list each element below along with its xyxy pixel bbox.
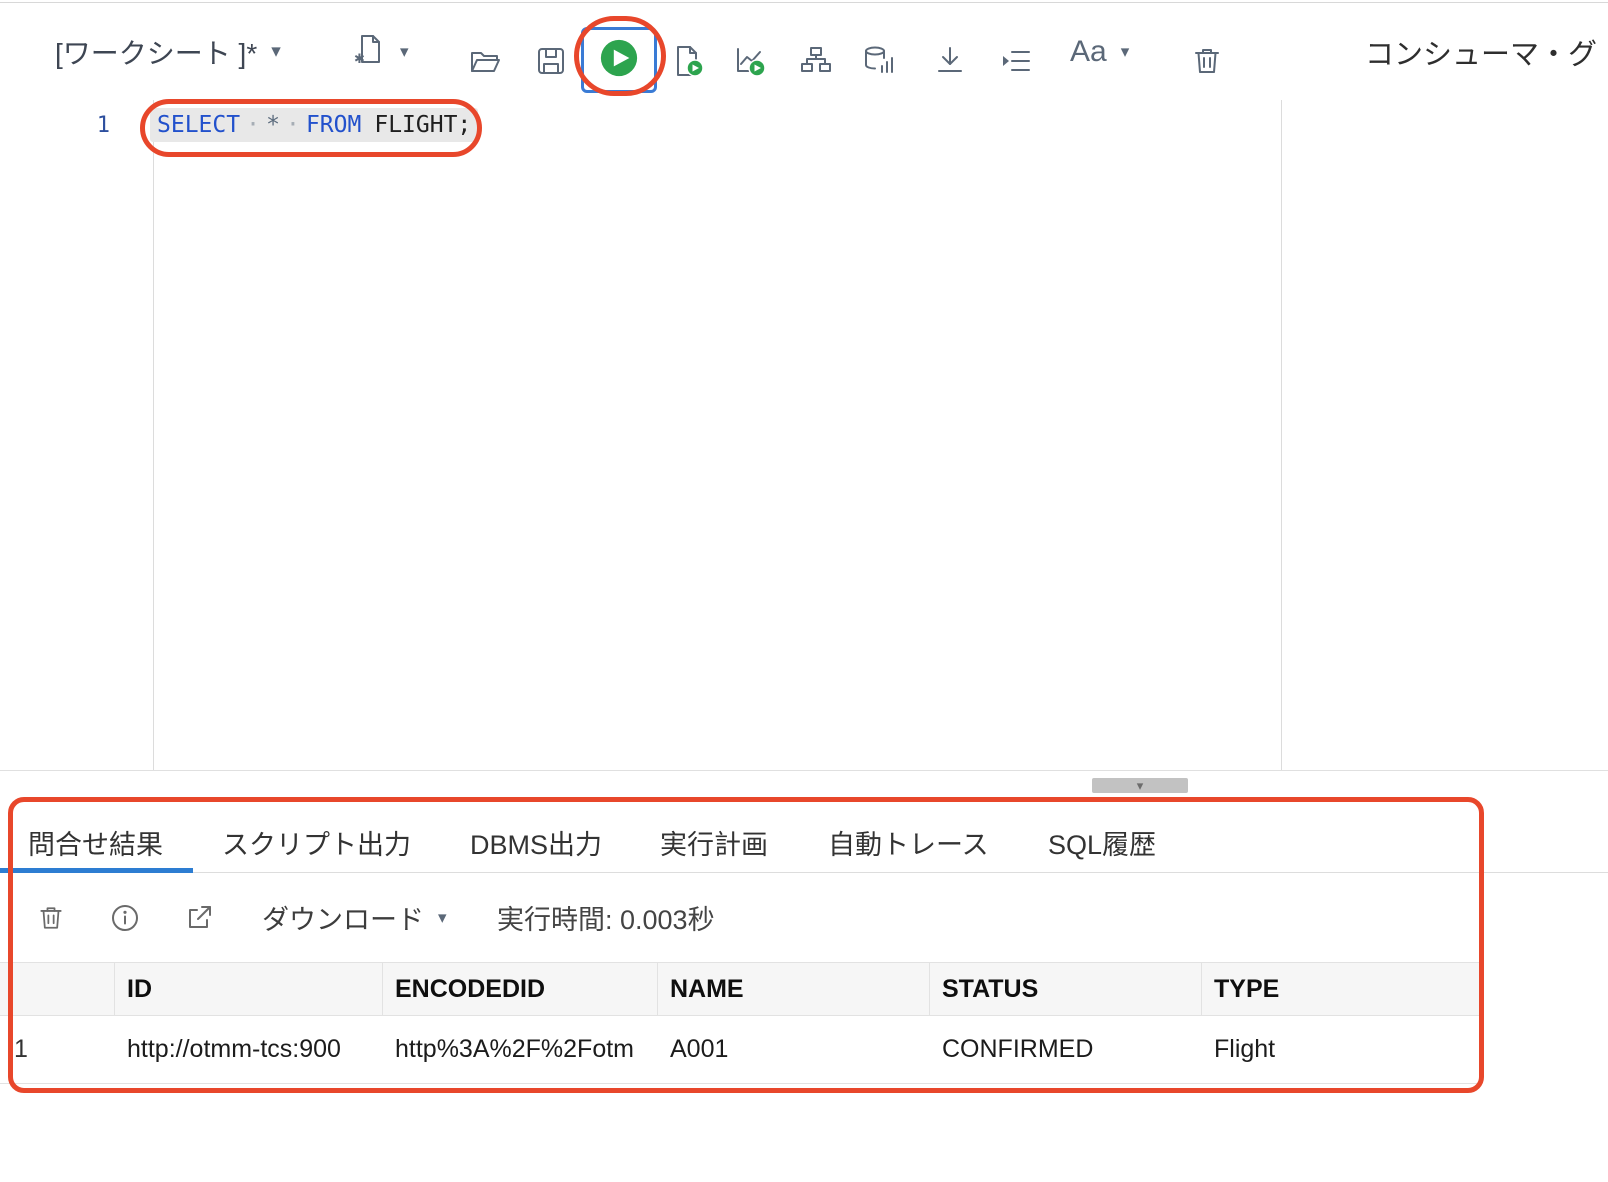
info-button[interactable] — [110, 903, 140, 933]
open-file-button[interactable] — [468, 44, 502, 78]
run-play-icon — [597, 36, 641, 85]
download-label: ダウンロード — [262, 898, 424, 937]
gutter-divider — [153, 100, 154, 770]
cell-rownum: 1 — [0, 1016, 115, 1083]
sql-keyword: FROM — [306, 112, 361, 138]
indent-lines-icon — [999, 44, 1033, 78]
header-status[interactable]: STATUS — [930, 963, 1202, 1015]
tab-script-output[interactable]: スクリプト出力 — [222, 812, 411, 872]
cell-encodedid[interactable]: http%3A%2F%2Fotm — [383, 1016, 658, 1083]
results-tabs-bar: 問合せ結果 スクリプト出力 DBMS出力 実行計画 自動トレース SQL履歴 — [0, 812, 1608, 873]
sql-statement: SELECT * FROM FLIGHT; — [150, 108, 478, 142]
download-icon — [933, 44, 967, 78]
panel-split-line — [0, 770, 1608, 771]
run-script-icon — [671, 44, 705, 78]
text-size-icon: Aa — [1070, 35, 1107, 69]
line-number: 1 — [0, 113, 110, 138]
worksheet-selector[interactable]: [ワークシート ]* ▾ — [55, 3, 281, 100]
new-file-icon: ✱ — [352, 32, 386, 71]
editor-right-divider — [1281, 100, 1282, 770]
database-bars-icon — [862, 44, 896, 78]
execution-time: 実行時間: 0.003秒 — [497, 873, 715, 962]
query-results-table: ID ENCODEDID NAME STATUS TYPE 1 http://o… — [0, 962, 1481, 1084]
svg-text:✱: ✱ — [354, 51, 365, 66]
cell-type[interactable]: Flight — [1202, 1016, 1481, 1083]
tab-query-result[interactable]: 問合せ結果 — [28, 812, 163, 872]
font-size-button[interactable]: Aa ▾ — [1070, 3, 1129, 100]
open-in-new-button[interactable] — [184, 903, 214, 933]
chevron-down-icon: ▾ — [271, 40, 281, 63]
clear-results-button[interactable] — [36, 903, 66, 933]
folder-open-icon — [468, 44, 502, 78]
autotrace-run-button[interactable] — [733, 44, 767, 78]
splitter-handle[interactable]: ▾ — [1092, 778, 1188, 793]
chevron-down-icon: ▾ — [438, 908, 447, 928]
table-header-row: ID ENCODEDID NAME STATUS TYPE — [0, 962, 1481, 1016]
consumer-group-label: コンシューマ・グ — [1365, 3, 1608, 100]
clear-worksheet-button[interactable] — [1190, 44, 1224, 78]
run-script-button[interactable] — [671, 44, 705, 78]
results-toolbar: ダウンロード ▾ 実行時間: 0.003秒 — [0, 873, 1608, 962]
run-statement-button[interactable] — [581, 27, 657, 93]
code-line[interactable]: SELECT * FROM FLIGHT; — [150, 108, 478, 142]
format-button[interactable] — [999, 44, 1033, 78]
sql-identifier: FLIGHT; — [374, 112, 471, 138]
worksheet-toolbar: [ワークシート ]* ▾ ✱ ▾ — [0, 3, 1608, 100]
sql-operator: * — [266, 112, 280, 138]
worksheet-title: [ワークシート ]* — [55, 32, 257, 72]
chart-play-icon — [733, 44, 767, 78]
sql-keyword: SELECT — [157, 112, 240, 138]
explain-plan-button[interactable] — [799, 44, 833, 78]
hierarchy-icon — [799, 44, 833, 78]
tab-explain-plan[interactable]: 実行計画 — [660, 812, 768, 872]
table-row[interactable]: 1 http://otmm-tcs:900 http%3A%2F%2Fotm A… — [0, 1016, 1481, 1084]
header-rownum — [0, 963, 115, 1015]
tab-dbms-output[interactable]: DBMS出力 — [470, 812, 602, 872]
cell-name[interactable]: A001 — [658, 1016, 930, 1083]
whitespace-dot — [240, 112, 266, 138]
cell-status[interactable]: CONFIRMED — [930, 1016, 1202, 1083]
save-icon — [534, 44, 568, 78]
external-link-icon — [184, 920, 214, 937]
tab-autotrace[interactable]: 自動トレース — [828, 812, 989, 872]
db-statistics-button[interactable] — [862, 44, 896, 78]
chevron-down-icon: ▾ — [1137, 778, 1144, 794]
header-type[interactable]: TYPE — [1202, 963, 1481, 1015]
tab-sql-history[interactable]: SQL履歴 — [1048, 812, 1156, 872]
header-name[interactable]: NAME — [658, 963, 930, 1015]
sql-editor[interactable]: 1 SELECT * FROM FLIGHT; — [0, 100, 1608, 770]
chevron-down-icon: ▾ — [1121, 42, 1130, 62]
whitespace-dot — [280, 112, 306, 138]
new-worksheet-button[interactable]: ✱ ▾ — [352, 3, 409, 100]
sql-worksheet-window: [ワークシート ]* ▾ ✱ ▾ — [0, 0, 1608, 1182]
download-results-button[interactable]: ダウンロード ▾ — [262, 873, 447, 962]
header-encodedid[interactable]: ENCODEDID — [383, 963, 658, 1015]
chevron-down-icon: ▾ — [400, 42, 409, 62]
save-button[interactable] — [534, 44, 568, 78]
trash-icon — [36, 920, 66, 937]
header-id[interactable]: ID — [115, 963, 383, 1015]
download-button[interactable] — [933, 44, 967, 78]
info-icon — [110, 920, 140, 937]
trash-icon — [1190, 44, 1224, 78]
cell-id[interactable]: http://otmm-tcs:900 — [115, 1016, 383, 1083]
